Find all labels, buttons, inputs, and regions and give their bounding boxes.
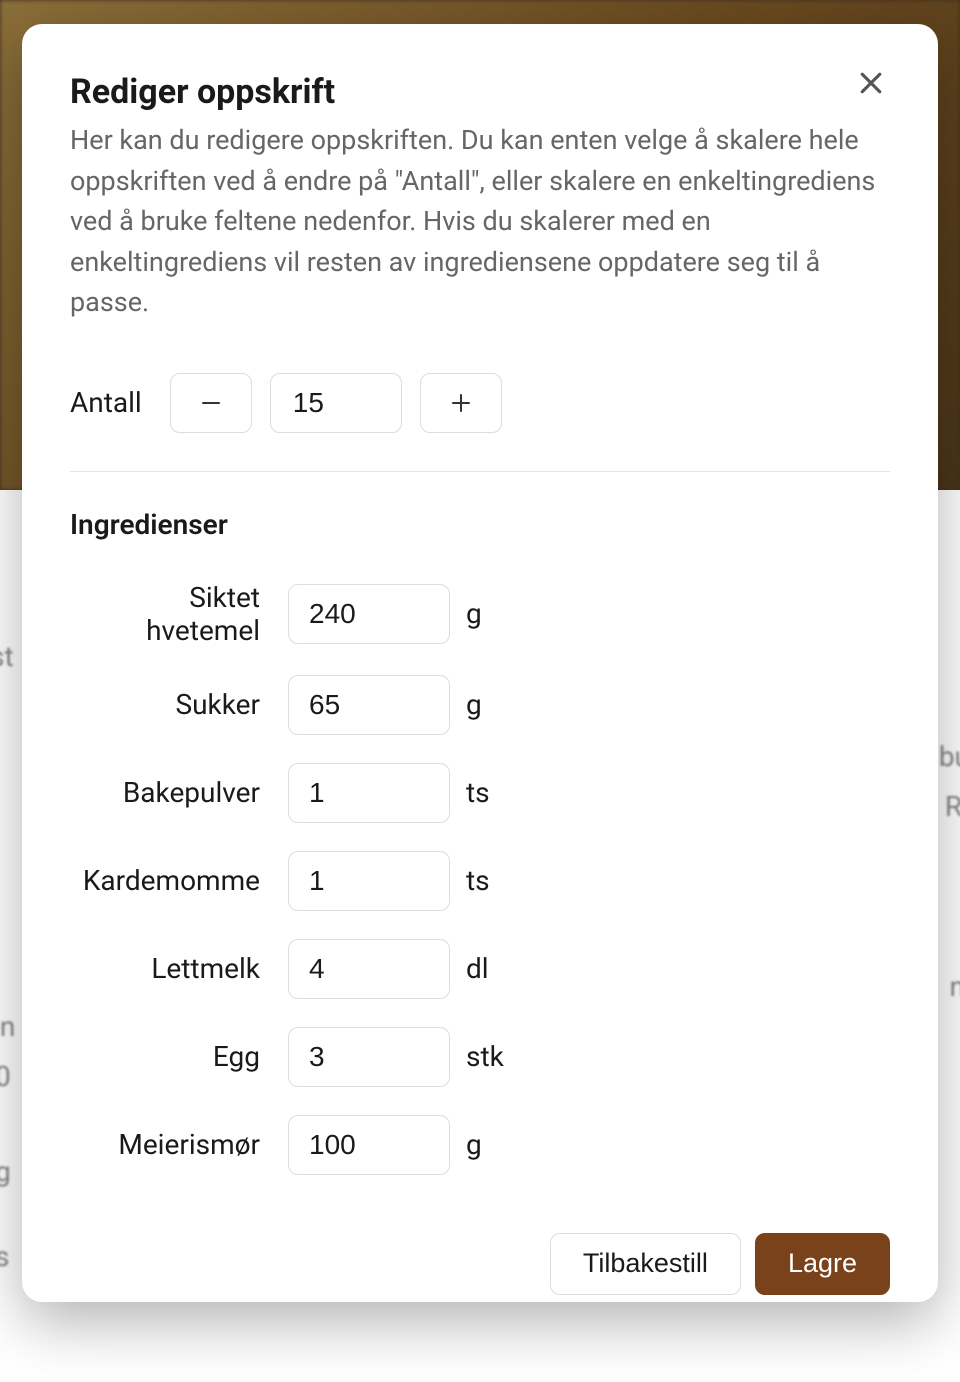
ingredient-label: Sukker: [70, 688, 288, 721]
ingredient-row: Sukker g: [70, 675, 890, 735]
modal-title: Rediger oppskrift: [70, 72, 335, 112]
bg-text: bu: [939, 740, 960, 773]
modal-description: Her kan du redigere oppskriften. Du kan …: [70, 120, 890, 323]
bg-text: st: [0, 640, 14, 673]
bg-text: n: [950, 970, 960, 1003]
ingredient-input[interactable]: [288, 675, 450, 735]
modal-header: Rediger oppskrift: [70, 72, 890, 112]
ingredients-title: Ingredienser: [70, 508, 890, 541]
ingredient-label: Meierismør: [70, 1128, 288, 1161]
ingredient-unit: g: [466, 597, 482, 630]
bg-text: en: [0, 1010, 15, 1043]
minus-icon: [199, 391, 223, 415]
close-button[interactable]: [852, 64, 890, 105]
bg-text: Rø: [945, 790, 960, 823]
ingredient-input[interactable]: [288, 851, 450, 911]
ingredient-row: Siktet hvetemel g: [70, 581, 890, 647]
quantity-label: Antall: [70, 386, 142, 419]
quantity-input[interactable]: [270, 373, 402, 433]
ingredient-input[interactable]: [288, 584, 450, 644]
ingredient-label: Lettmelk: [70, 952, 288, 985]
ingredient-row: Egg stk: [70, 1027, 890, 1087]
close-icon: [856, 68, 886, 98]
ingredient-row: Bakepulver ts: [70, 763, 890, 823]
ingredient-unit: ts: [466, 864, 490, 897]
ingredient-input[interactable]: [288, 939, 450, 999]
decrement-button[interactable]: [170, 373, 252, 433]
ingredient-unit: stk: [466, 1040, 504, 1073]
ingredient-row: Lettmelk dl: [70, 939, 890, 999]
modal-footer: Tilbakestill Lagre: [70, 1203, 890, 1295]
plus-icon: [449, 391, 473, 415]
bg-text: 0: [0, 1060, 11, 1093]
ingredient-row: Kardemomme ts: [70, 851, 890, 911]
ingredient-input[interactable]: [288, 1115, 450, 1175]
ingredients-list: Siktet hvetemelgSukkergBakepulvertsKarde…: [70, 581, 890, 1203]
edit-recipe-modal: Rediger oppskrift Her kan du redigere op…: [22, 24, 938, 1302]
increment-button[interactable]: [420, 373, 502, 433]
divider: [70, 471, 890, 472]
ingredient-label: Siktet hvetemel: [70, 581, 288, 647]
save-button[interactable]: Lagre: [755, 1233, 890, 1295]
quantity-stepper: Antall: [70, 373, 890, 433]
ingredient-unit: g: [466, 688, 482, 721]
reset-button[interactable]: Tilbakestill: [550, 1233, 741, 1295]
ingredient-unit: ts: [466, 776, 490, 809]
ingredient-row: Meierismør g: [70, 1115, 890, 1175]
ingredient-input[interactable]: [288, 763, 450, 823]
ingredient-input[interactable]: [288, 1027, 450, 1087]
ingredient-unit: g: [466, 1128, 482, 1161]
ingredient-label: Egg: [70, 1040, 288, 1073]
ingredient-label: Bakepulver: [70, 776, 288, 809]
bg-text: s: [0, 1240, 9, 1273]
ingredient-unit: dl: [466, 952, 489, 985]
ingredient-label: Kardemomme: [70, 864, 288, 897]
bg-text: g: [0, 1155, 11, 1188]
